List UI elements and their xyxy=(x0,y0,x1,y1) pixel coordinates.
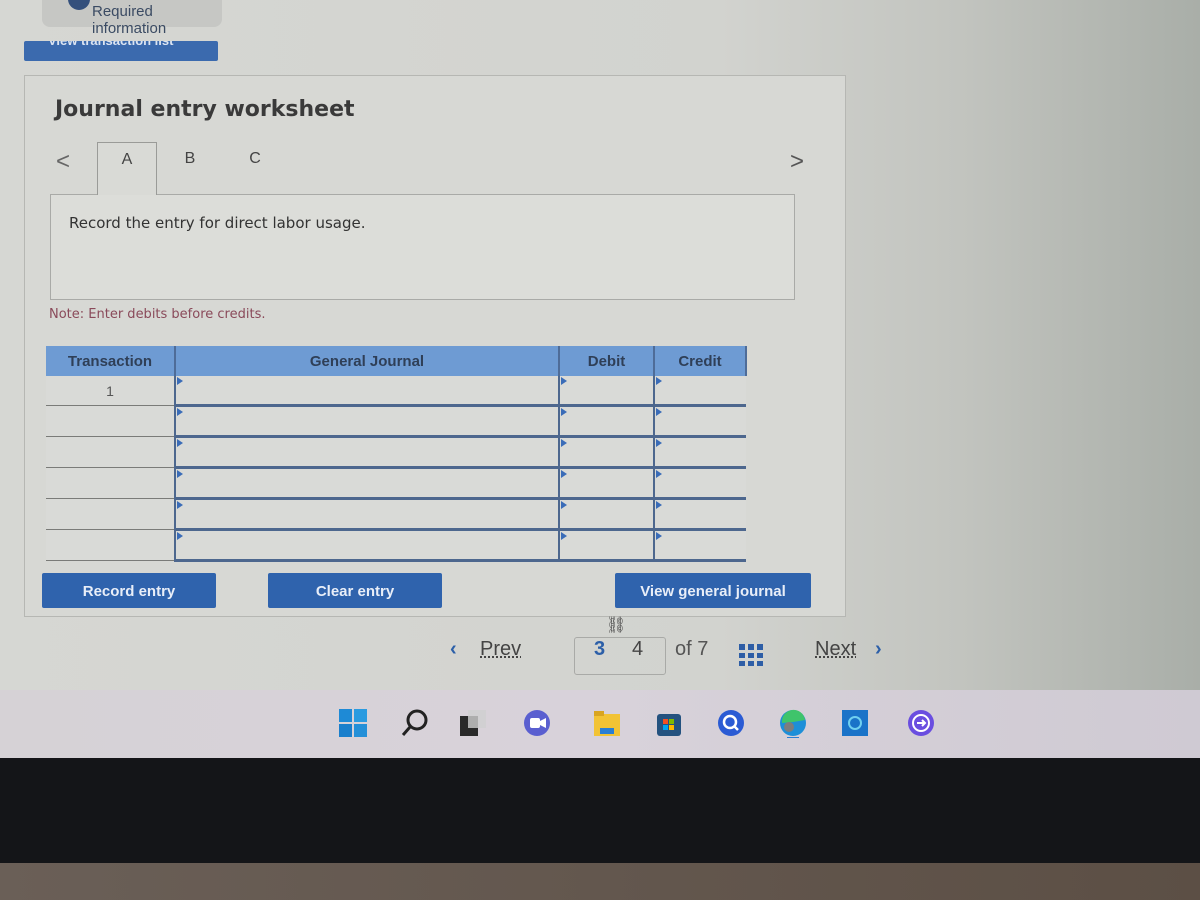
taskbar xyxy=(0,690,1200,758)
tab-next-chevron-icon[interactable]: > xyxy=(790,148,804,176)
worksheet-title: Journal entry worksheet xyxy=(55,97,355,122)
debit-input[interactable] xyxy=(558,529,654,562)
next-chevron-icon[interactable]: › xyxy=(875,638,882,661)
prev-link[interactable]: Prev xyxy=(480,638,521,661)
credit-input[interactable] xyxy=(653,405,746,438)
clear-entry-button[interactable]: Clear entry xyxy=(268,573,442,608)
col-header-transaction: Transaction xyxy=(46,346,176,376)
credit-input[interactable] xyxy=(653,376,746,407)
quick-assist-icon[interactable] xyxy=(716,708,746,738)
required-information-tab[interactable]: Required information xyxy=(42,0,222,37)
table-header-row: Transaction General Journal Debit Credit xyxy=(46,346,747,376)
transaction-cell xyxy=(46,498,175,530)
table-row xyxy=(46,529,746,562)
account-input[interactable] xyxy=(174,498,559,531)
page-4-button[interactable]: 4 xyxy=(632,638,643,661)
desk-surface xyxy=(0,863,1200,900)
credit-input[interactable] xyxy=(653,498,746,531)
tab-b[interactable]: B xyxy=(160,142,220,194)
grid-menu-icon[interactable] xyxy=(739,644,763,666)
table-row: 1 xyxy=(46,376,746,407)
account-input[interactable] xyxy=(174,376,559,407)
account-input[interactable] xyxy=(174,436,559,469)
view-transaction-list-label: View transaction list xyxy=(48,41,173,48)
transaction-cell xyxy=(46,436,175,468)
info-icon xyxy=(68,0,90,10)
col-header-general-journal: General Journal xyxy=(175,346,560,376)
journal-table: Transaction General Journal Debit Credit… xyxy=(46,346,747,562)
tab-c[interactable]: C xyxy=(225,142,285,194)
transaction-cell xyxy=(46,467,175,499)
alexa-icon[interactable] xyxy=(840,708,870,738)
question-box: Record the entry for direct labor usage. xyxy=(50,194,795,300)
phone-link-icon[interactable] xyxy=(906,708,936,738)
col-header-credit: Credit xyxy=(654,346,747,376)
note-text: Note: Enter debits before credits. xyxy=(49,307,266,322)
credit-input[interactable] xyxy=(653,436,746,469)
tab-prev-chevron-icon[interactable]: < xyxy=(56,148,70,176)
record-entry-button[interactable]: Record entry xyxy=(42,573,216,608)
table-row xyxy=(46,436,746,469)
debit-input[interactable] xyxy=(558,467,654,500)
microsoft-store-icon[interactable] xyxy=(654,708,684,738)
meet-icon[interactable] xyxy=(522,708,552,738)
prev-chevron-icon[interactable]: ‹ xyxy=(450,638,457,661)
table-row xyxy=(46,467,746,500)
debit-input[interactable] xyxy=(558,405,654,438)
view-general-journal-button[interactable]: View general journal xyxy=(615,573,811,608)
search-icon[interactable] xyxy=(400,708,430,738)
account-input[interactable] xyxy=(174,467,559,500)
page-total: of 7 xyxy=(675,638,709,660)
monitor-bezel xyxy=(0,758,1200,863)
task-view-icon[interactable] xyxy=(458,708,488,738)
debit-input[interactable] xyxy=(558,436,654,469)
debit-input[interactable] xyxy=(558,376,654,407)
question-text: Record the entry for direct labor usage. xyxy=(69,214,366,232)
transaction-cell xyxy=(46,529,175,561)
edge-icon[interactable] xyxy=(778,708,808,740)
transaction-cell: 1 xyxy=(46,376,175,406)
browser-content: Required information View transaction li… xyxy=(0,0,1200,690)
view-transaction-list-button[interactable]: View transaction list xyxy=(24,41,218,61)
credit-input[interactable] xyxy=(653,467,746,500)
linked-pages-box xyxy=(574,637,666,675)
tab-a[interactable]: A xyxy=(97,142,157,195)
windows-start-icon[interactable] xyxy=(338,708,368,738)
table-row xyxy=(46,405,746,438)
table-row xyxy=(46,498,746,531)
next-link[interactable]: Next xyxy=(815,638,856,661)
account-input[interactable] xyxy=(174,405,559,438)
account-input[interactable] xyxy=(174,529,559,562)
credit-input[interactable] xyxy=(653,529,746,562)
page-3-button[interactable]: 3 xyxy=(594,638,605,661)
transaction-cell xyxy=(46,405,175,437)
required-information-label: Required information xyxy=(92,3,167,37)
file-explorer-icon[interactable] xyxy=(592,708,622,738)
debit-input[interactable] xyxy=(558,498,654,531)
link-icon: ⛓ xyxy=(606,617,627,634)
col-header-debit: Debit xyxy=(559,346,655,376)
